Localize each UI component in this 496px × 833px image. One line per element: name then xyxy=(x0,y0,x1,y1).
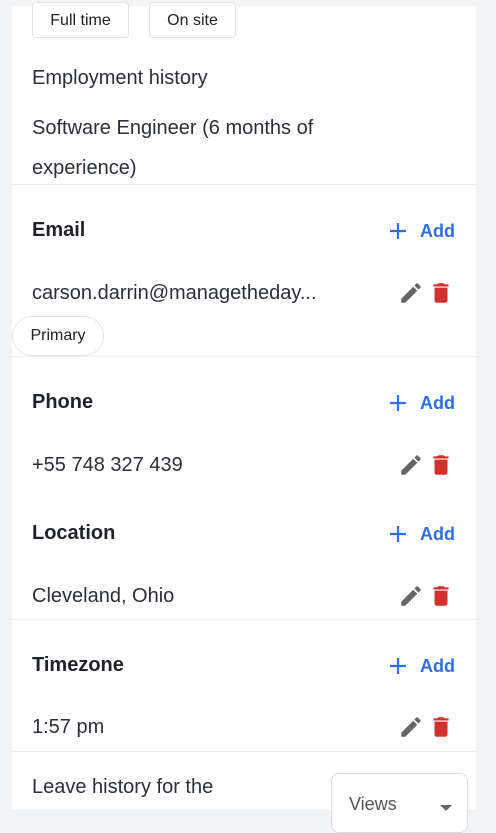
edit-phone-pencil-icon[interactable] xyxy=(398,452,424,478)
employment-type-chip: Full time xyxy=(32,2,129,38)
divider xyxy=(12,619,476,620)
plus-icon xyxy=(390,526,406,542)
phone-section-title: Phone xyxy=(32,391,94,413)
delete-phone-trash-icon[interactable] xyxy=(428,452,454,478)
leave-history-select-value: Views xyxy=(349,794,397,814)
leave-history-label: Leave history for the xyxy=(32,776,214,798)
add-phone-label: Add xyxy=(420,392,455,413)
email-section-title: Email xyxy=(32,219,86,241)
add-email-label: Add xyxy=(420,220,455,241)
edit-location-pencil-icon[interactable] xyxy=(398,583,424,609)
timezone-value: 1:57 pm xyxy=(32,716,105,738)
add-timezone-button[interactable]: Add xyxy=(388,652,455,680)
plus-icon xyxy=(390,223,406,239)
timezone-section-title: Timezone xyxy=(32,654,124,676)
leave-history-view-select[interactable]: Views xyxy=(331,773,468,833)
add-email-button[interactable]: Add xyxy=(388,217,455,245)
caret-down-icon xyxy=(440,805,452,811)
phone-value: +55 748 327 439 xyxy=(32,454,183,476)
plus-icon xyxy=(390,658,406,674)
add-phone-button[interactable]: Add xyxy=(388,389,455,417)
primary-badge: Primary xyxy=(12,316,104,356)
plus-icon xyxy=(390,395,406,411)
delete-timezone-trash-icon[interactable] xyxy=(428,714,454,740)
location-value: Cleveland, Ohio xyxy=(32,585,175,607)
employment-history-label: Employment history xyxy=(32,67,208,89)
work-mode-chip: On site xyxy=(149,2,236,38)
edit-timezone-pencil-icon[interactable] xyxy=(398,714,424,740)
delete-email-trash-icon[interactable] xyxy=(428,280,454,306)
divider xyxy=(12,751,476,752)
email-value: carson.darrin@managetheday... xyxy=(32,282,317,304)
employment-history-entry-line1: Software Engineer (6 months of xyxy=(32,117,314,139)
add-location-button[interactable]: Add xyxy=(388,520,455,548)
edit-email-pencil-icon[interactable] xyxy=(398,280,424,306)
add-location-label: Add xyxy=(420,523,455,544)
location-section-title: Location xyxy=(32,522,116,544)
divider xyxy=(12,356,476,357)
employment-history-entry-line2: experience) xyxy=(32,157,137,179)
delete-location-trash-icon[interactable] xyxy=(428,583,454,609)
add-timezone-label: Add xyxy=(420,655,455,676)
divider xyxy=(12,184,476,185)
